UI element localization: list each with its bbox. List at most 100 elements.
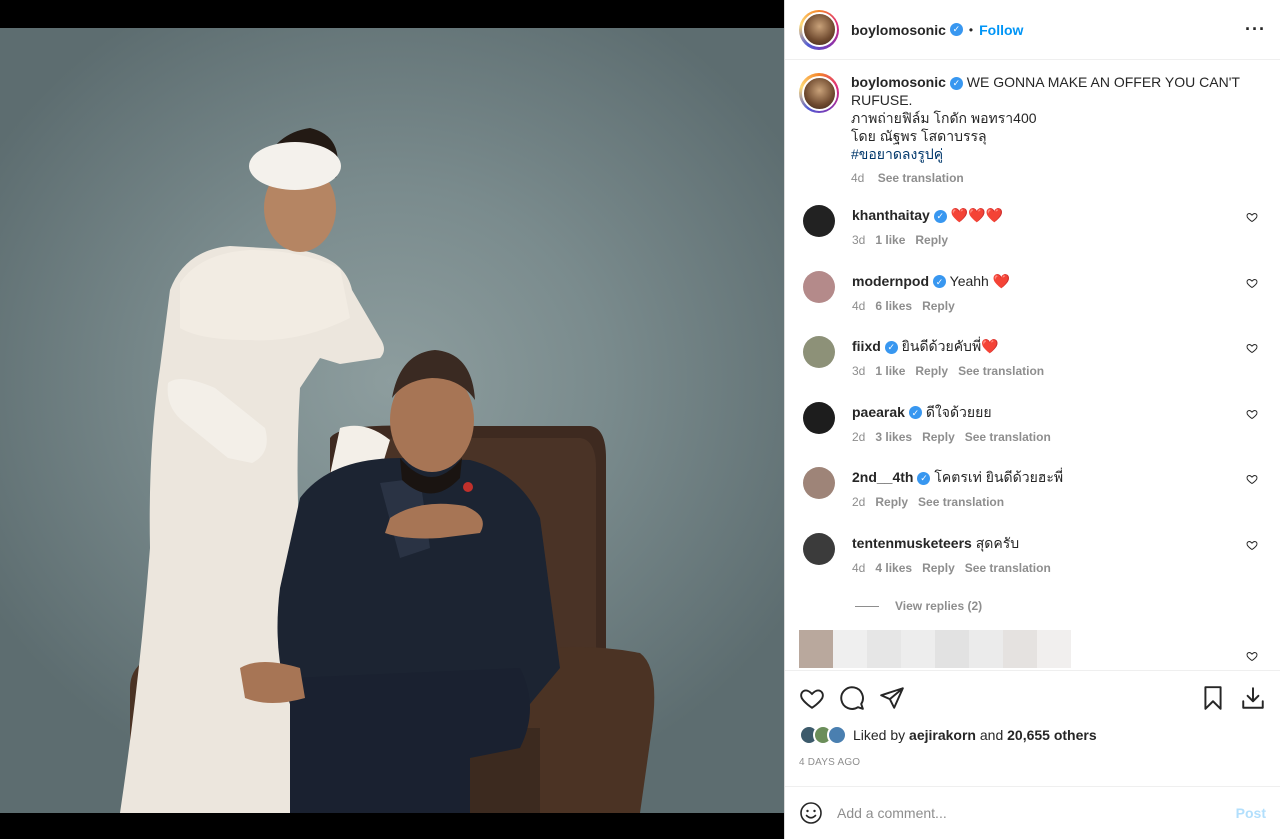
commenter-username[interactable]: tentenmusketeers xyxy=(852,535,972,551)
author-avatar-image xyxy=(801,12,837,47)
action-icons xyxy=(799,671,1266,725)
comment-reply-button[interactable]: Reply xyxy=(922,299,955,313)
verified-badge-icon: ✓ xyxy=(917,471,931,485)
share-paper-plane-icon[interactable] xyxy=(879,685,905,711)
commenter-avatar[interactable] xyxy=(803,270,835,303)
download-icon[interactable] xyxy=(1240,685,1266,711)
comment-row: modernpod ✓ Yeahh ❤️ 4d 6 likes Reply xyxy=(799,267,1266,333)
liked-by-others[interactable]: 20,655 others xyxy=(1007,727,1097,743)
blurred-block xyxy=(833,630,867,668)
verified-badge-icon: ✓ xyxy=(949,76,963,90)
commenter-username[interactable]: fiixd xyxy=(852,338,881,354)
caption-see-translation[interactable]: See translation xyxy=(878,171,964,185)
comment-reply-button[interactable]: Reply xyxy=(875,495,908,509)
comment-likes[interactable]: 3 likes xyxy=(875,430,912,444)
caption-line-1: boylomosonic ✓ WE GONNA MAKE AN OFFER YOU… xyxy=(851,73,1266,109)
liker-avatar xyxy=(827,725,847,745)
comment-reply-button[interactable]: Reply xyxy=(915,364,948,378)
caption-username[interactable]: boylomosonic xyxy=(851,74,946,90)
comments-list: boylomosonic ✓ WE GONNA MAKE AN OFFER YOU… xyxy=(785,61,1280,670)
comment-time[interactable]: 3d xyxy=(852,364,865,378)
commenter-username[interactable]: modernpod xyxy=(852,273,929,289)
add-comment-input[interactable] xyxy=(837,805,1236,821)
caption-author-avatar[interactable] xyxy=(799,73,839,113)
like-heart-icon[interactable] xyxy=(799,685,825,711)
like-comment-heart-icon[interactable] xyxy=(1246,650,1258,662)
view-replies-label[interactable]: View replies (2) xyxy=(895,599,982,613)
blurred-block xyxy=(969,630,1003,668)
comment-bubble-icon[interactable] xyxy=(839,685,865,711)
comment-time[interactable]: 2d xyxy=(852,430,865,444)
comment-row: paearak ✓ ดีใจด้วยยย 2d 3 likes Reply See tr… xyxy=(799,398,1266,464)
post-photo[interactable] xyxy=(0,28,784,813)
view-replies-button[interactable]: View replies (2) xyxy=(855,594,1266,618)
comment-row: 2nd__4th ✓ โคตรเท่ ยินดีด้วยฮะพี่ 2d Reply… xyxy=(799,463,1266,529)
blurred-block xyxy=(901,630,935,668)
comment-text: ❤️❤️❤️ xyxy=(950,207,1003,223)
like-comment-heart-icon[interactable] xyxy=(1246,473,1258,485)
more-options-icon[interactable]: ··· xyxy=(1245,19,1266,40)
like-comment-heart-icon[interactable] xyxy=(1246,539,1258,551)
comment-row: fiixd ✓ ยินดีด้วยคับพี่❤️ 3d 1 like Reply Se… xyxy=(799,332,1266,398)
comment-likes[interactable]: 6 likes xyxy=(875,299,912,313)
comment-likes[interactable]: 1 like xyxy=(875,364,905,378)
comment-likes[interactable]: 1 like xyxy=(875,233,905,247)
comment-meta: 2d 3 likes Reply See translation xyxy=(852,428,1061,446)
comment-see-translation[interactable]: See translation xyxy=(965,430,1051,444)
like-comment-heart-icon[interactable] xyxy=(1246,277,1258,289)
comment-see-translation[interactable]: See translation xyxy=(958,364,1044,378)
comment-reply-button[interactable]: Reply xyxy=(915,233,948,247)
comment-see-translation[interactable]: See translation xyxy=(965,561,1051,575)
author-avatar[interactable] xyxy=(799,9,839,50)
caption-time[interactable]: 4d xyxy=(851,171,864,185)
author-username[interactable]: boylomosonic xyxy=(851,22,946,38)
like-comment-heart-icon[interactable] xyxy=(1246,211,1258,223)
like-comment-heart-icon[interactable] xyxy=(1246,342,1258,354)
comment-line: tentenmusketeers สุดครับ xyxy=(852,534,1061,552)
like-comment-heart-icon[interactable] xyxy=(1246,408,1258,420)
post-date[interactable]: 4 DAYS AGO xyxy=(799,757,1266,768)
comment-time[interactable]: 4d xyxy=(852,299,865,313)
comment-see-translation[interactable]: See translation xyxy=(918,495,1004,509)
follow-button[interactable]: Follow xyxy=(979,22,1023,38)
comment-body: paearak ✓ ดีใจด้วยยย 2d 3 likes Reply See tr… xyxy=(852,398,1061,446)
commenter-username[interactable]: paearak xyxy=(852,404,905,420)
commenter-avatar[interactable] xyxy=(803,532,835,565)
caption-hashtag[interactable]: #ขอยาดลงรูปคู่ xyxy=(851,145,1266,163)
comment-body: fiixd ✓ ยินดีด้วยคับพี่❤️ 3d 1 like Reply Se… xyxy=(852,332,1054,380)
caption-text-2: ภาพถ่ายฟิล์ม โกดัก พอทรา400 xyxy=(851,110,1037,126)
comment-rows: khanthaitay ✓ ❤️❤️❤️ 3d 1 like Reply modern… xyxy=(799,201,1266,594)
caption-body: boylomosonic ✓ WE GONNA MAKE AN OFFER YOU… xyxy=(851,73,1266,187)
separator-dot: • xyxy=(968,22,974,37)
comment-time[interactable]: 2d xyxy=(852,495,865,509)
emoji-icon[interactable] xyxy=(799,801,823,825)
comment-line: 2nd__4th ✓ โคตรเท่ ยินดีด้วยฮะพี่ xyxy=(852,468,1063,486)
comment-body: modernpod ✓ Yeahh ❤️ 4d 6 likes Reply xyxy=(852,267,1010,315)
comment-time[interactable]: 4d xyxy=(852,561,865,575)
comment-likes[interactable]: 4 likes xyxy=(875,561,912,575)
commenter-username[interactable]: khanthaitay xyxy=(852,207,930,223)
commenter-avatar[interactable] xyxy=(803,205,835,237)
caption-author-avatar-image xyxy=(801,75,837,111)
replies-divider xyxy=(855,605,879,607)
commenter-avatar[interactable] xyxy=(803,336,835,368)
comment-reply-button[interactable]: Reply xyxy=(922,430,955,444)
post-comment-button[interactable]: Post xyxy=(1236,805,1266,821)
verified-badge-icon: ✓ xyxy=(933,275,946,289)
post-actions: Liked by aejirakorn and 20,655 others 4 … xyxy=(785,670,1280,768)
comment-body: 2nd__4th ✓ โคตรเท่ ยินดีด้วยฮะพี่ 2d Reply… xyxy=(852,463,1063,511)
comment-time[interactable]: 3d xyxy=(852,233,865,247)
post-caption: boylomosonic ✓ WE GONNA MAKE AN OFFER YOU… xyxy=(799,73,1266,187)
commenter-username[interactable]: 2nd__4th xyxy=(852,469,913,485)
comment-text: โคตรเท่ ยินดีด้วยฮะพี่ xyxy=(934,469,1064,485)
comment-body: khanthaitay ✓ ❤️❤️❤️ 3d 1 like Reply xyxy=(852,201,1003,249)
comment-line: paearak ✓ ดีใจด้วยยย xyxy=(852,403,1061,421)
save-bookmark-icon[interactable] xyxy=(1200,685,1226,711)
commenter-avatar[interactable] xyxy=(803,401,835,434)
post-side-panel: boylomosonic ✓ • Follow ··· boylomosonic… xyxy=(784,0,1280,839)
liked-by-user[interactable]: aejirakorn xyxy=(909,727,976,743)
liked-by-row: Liked by aejirakorn and 20,655 others xyxy=(799,725,1266,745)
commenter-avatar[interactable] xyxy=(803,467,835,499)
comment-reply-button[interactable]: Reply xyxy=(922,561,955,575)
comment-line: modernpod ✓ Yeahh ❤️ xyxy=(852,272,1010,290)
